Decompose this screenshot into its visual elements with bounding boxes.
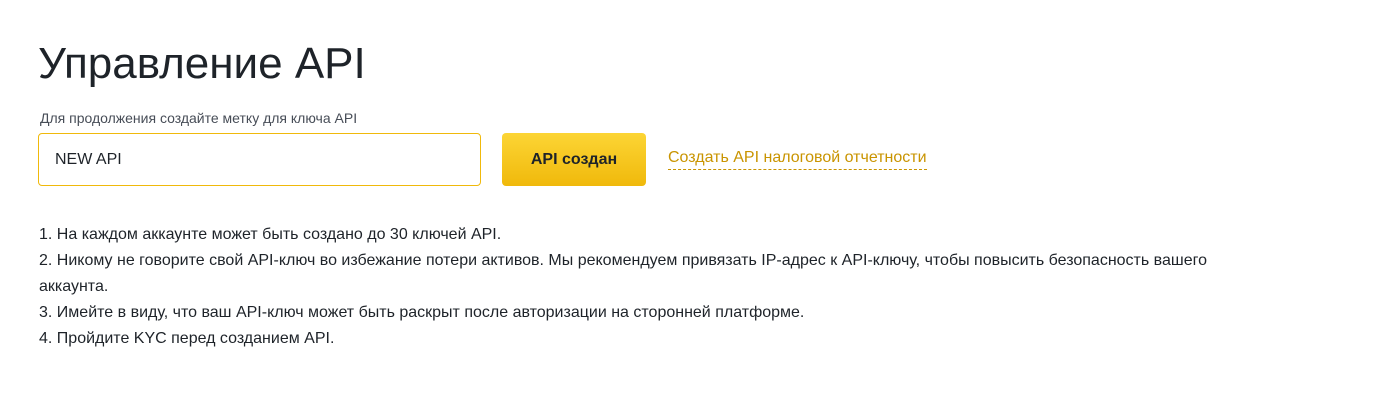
- page-title: Управление API: [38, 39, 366, 88]
- api-label-caption: Для продолжения создайте метку для ключа…: [40, 110, 358, 126]
- note-item: 2. Никому не говорите свой API-ключ во и…: [39, 252, 1207, 295]
- create-api-button[interactable]: API создан: [502, 133, 646, 186]
- note-item: 4. Пройдите KYC перед созданием API.: [39, 330, 335, 347]
- note-item: 1. На каждом аккаунте может быть создано…: [39, 226, 502, 243]
- api-label-input[interactable]: [38, 133, 481, 186]
- api-notes-list: 1. На каждом аккаунте может быть создано…: [39, 222, 1279, 352]
- create-tax-api-link[interactable]: Создать API налоговой отчетности: [668, 147, 927, 170]
- note-item: 3. Имейте в виду, что ваш API-ключ может…: [39, 304, 805, 321]
